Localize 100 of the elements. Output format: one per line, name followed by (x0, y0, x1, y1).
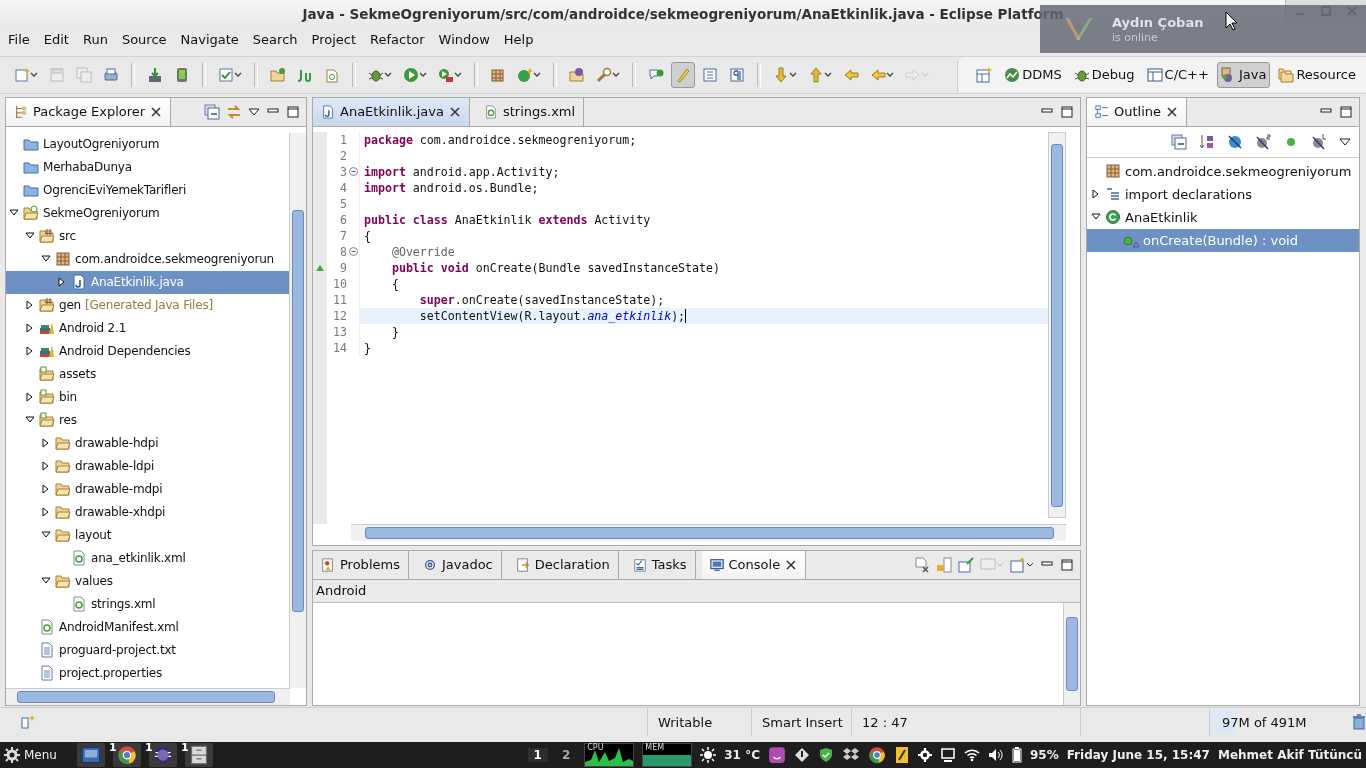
tree-item[interactable]: src (6, 224, 289, 248)
trash-icon[interactable] (1352, 714, 1366, 731)
expander-icon[interactable] (41, 507, 51, 518)
hide-local-types-icon[interactable] (1311, 133, 1327, 150)
perspective-button[interactable]: Java (1216, 61, 1271, 88)
gear-icon[interactable] (917, 748, 932, 763)
expander-icon[interactable] (1091, 189, 1101, 200)
workspace-button[interactable]: 1 (527, 748, 548, 763)
close-icon[interactable] (150, 105, 163, 118)
menu-item[interactable]: File (8, 32, 30, 48)
menu-item[interactable]: Refactor (370, 32, 425, 48)
menu-item[interactable]: Edit (43, 32, 69, 48)
menu-item[interactable]: Help (503, 32, 534, 48)
tree-item[interactable]: drawable-mdpi (6, 477, 289, 501)
view-tab[interactable]: Console (701, 550, 807, 579)
view-tab[interactable]: Package Explorer (6, 97, 172, 126)
expander-icon[interactable] (25, 323, 35, 334)
tree-item[interactable]: assets (6, 362, 289, 386)
menu-item[interactable]: Source (121, 32, 167, 48)
expander-icon[interactable] (41, 484, 51, 495)
outline-item[interactable]: com.androidce.sekmeogreniyorum (1087, 159, 1359, 183)
maximize-icon[interactable] (1060, 104, 1074, 119)
start-menu-button[interactable]: Menu (4, 747, 69, 764)
notepad-icon[interactable] (893, 746, 910, 765)
tree-item[interactable]: bin (6, 385, 289, 409)
tree-item[interactable]: layout (6, 523, 289, 547)
tree-item[interactable]: Android Dependencies (6, 339, 289, 363)
view-menu-icon[interactable] (248, 106, 260, 117)
tree-item[interactable]: ana_etkinlik.xml (6, 546, 289, 570)
outline-item[interactable]: import declarations (1087, 182, 1359, 206)
editor-tab[interactable]: AnaEtkinlik.java (313, 97, 470, 126)
clear-console-icon[interactable] (914, 556, 930, 573)
tree-item[interactable]: gen [Generated Java Files] (6, 293, 289, 317)
vertical-scrollbar[interactable] (289, 132, 306, 689)
menu-item[interactable]: Run (82, 32, 108, 48)
view-tab[interactable]: Declaration (507, 550, 619, 579)
tree-item[interactable]: drawable-xhdpi (6, 500, 289, 524)
temperature[interactable]: 31 °C (724, 748, 760, 763)
tree-item[interactable]: SekmeOgreniyorum (6, 201, 289, 225)
editor-tab[interactable]: strings.xml (475, 97, 585, 126)
view-tab[interactable]: Problems (313, 550, 409, 579)
expander-icon[interactable] (25, 392, 35, 403)
view-tab[interactable]: Javadoc (414, 550, 502, 579)
heap-meter[interactable]: 97M of 491M (1209, 708, 1352, 737)
perspective-button[interactable]: Resource (1274, 61, 1360, 88)
tree-item[interactable]: proguard-project.txt (6, 638, 289, 662)
clock[interactable]: Friday June 15, 15:47 (1066, 748, 1210, 763)
tree-item[interactable]: Android 2.1 (6, 316, 289, 340)
user-name[interactable]: Mehmet Akif Tütüncü (1217, 748, 1362, 763)
view-menu-icon[interactable] (1339, 136, 1351, 147)
collapse-all-icon[interactable] (1171, 133, 1187, 150)
outline-item[interactable]: AnaEtkinlik (1087, 205, 1359, 229)
highlight-toggle-button[interactable] (671, 61, 695, 88)
diamond-icon[interactable] (793, 747, 810, 764)
taskbar-app[interactable]: 1 (148, 743, 177, 768)
battery-icon[interactable] (1011, 747, 1022, 764)
fold-icon[interactable] (348, 167, 358, 177)
chat-icon[interactable] (767, 746, 786, 765)
expander-icon[interactable] (25, 300, 35, 311)
expander-icon[interactable] (25, 346, 35, 357)
view-tab[interactable]: Outline (1087, 97, 1188, 126)
expander-icon[interactable] (41, 461, 51, 472)
tree-item[interactable]: LayoutOgreniyorum (6, 132, 289, 156)
menu-item[interactable]: Navigate (180, 32, 239, 48)
horizontal-scrollbar[interactable] (6, 688, 290, 706)
wifi-icon[interactable] (963, 747, 980, 764)
tree-item[interactable]: OgrenciEviYemekTarifleri (6, 178, 289, 202)
expander-icon[interactable] (57, 277, 67, 288)
tree-item[interactable]: MerhabaDunya (6, 155, 289, 179)
open-perspective-icon[interactable] (976, 66, 993, 83)
tree-item[interactable]: drawable-ldpi (6, 454, 289, 478)
menu-item[interactable]: Search (252, 32, 298, 48)
open-console-icon[interactable] (1010, 556, 1034, 573)
tree-item[interactable]: drawable-hdpi (6, 431, 289, 455)
browser-icon[interactable] (867, 746, 886, 765)
tree-item[interactable]: project.properties (6, 661, 289, 685)
maximize-icon[interactable] (286, 104, 300, 119)
menu-item[interactable]: Project (311, 32, 356, 48)
tree-item[interactable]: AndroidManifest.xml (6, 615, 289, 639)
expander-icon[interactable] (41, 438, 51, 449)
menu-item[interactable]: Window (438, 32, 490, 48)
taskbar-app[interactable]: 1 (112, 743, 141, 768)
shield-icon[interactable] (817, 747, 834, 764)
tree-item[interactable]: res (6, 408, 289, 432)
taskbar-app[interactable]: 1 (184, 743, 213, 768)
close-icon[interactable] (448, 105, 461, 118)
perspective-button[interactable]: C/C++ (1142, 61, 1213, 88)
perspective-button[interactable]: DDMS (1000, 61, 1066, 88)
close-icon[interactable] (785, 558, 798, 571)
tree-item[interactable]: values (6, 569, 289, 593)
perspective-button[interactable]: Debug (1069, 61, 1139, 88)
monitor-icon[interactable] (939, 747, 956, 764)
sort-icon[interactable] (1199, 133, 1215, 150)
vertical-scrollbar[interactable] (1063, 602, 1080, 706)
hide-static-icon[interactable] (1255, 133, 1271, 150)
tree-item[interactable]: strings.xml (6, 592, 289, 616)
taskbar-app[interactable] (76, 743, 105, 768)
view-tab[interactable]: Tasks (624, 550, 696, 579)
hide-fields-icon[interactable] (1227, 133, 1243, 150)
tree-item[interactable]: com.androidce.sekmeogreniyorun (6, 247, 289, 271)
